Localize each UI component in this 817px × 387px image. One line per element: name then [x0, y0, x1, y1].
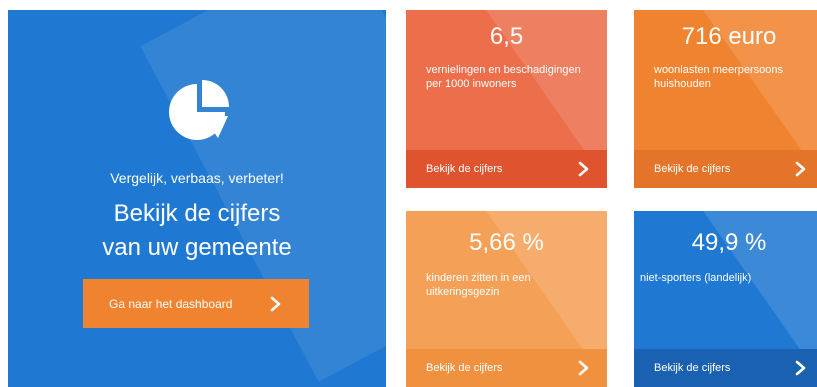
stat-value: 6,5 [489, 23, 524, 50]
chevron-right-icon [578, 360, 589, 376]
chevron-right-icon [270, 296, 281, 311]
hero-panel: Vergelijk, verbaas, verbeter! Bekijk de … [8, 10, 386, 387]
hero-title: Bekijk de cijfers van uw gemeente [8, 197, 386, 265]
stat-tile-uitkeringsgezin: 5,66 % kinderen zitten in een uitkerings… [406, 211, 607, 387]
stat-tile-niet-sporters: 49,9 % niet-sporters (landelijk) Bekijk … [634, 211, 817, 387]
view-figures-label: Bekijk de cijfers [426, 362, 503, 374]
dashboard-button[interactable]: Ga naar het dashboard [83, 279, 309, 328]
stat-description: vernielingen en beschadigingen per 1000 … [426, 64, 581, 90]
stat-description: kinderen zitten in een uitkeringsgezin [426, 272, 531, 298]
chevron-right-icon [578, 161, 589, 177]
stat-tile-vernielingen: 6,5 vernielingen en beschadigingen per 1… [406, 10, 607, 188]
hero-title-line1: Bekijk de cijfers [113, 200, 281, 227]
chevron-right-icon [795, 161, 806, 177]
view-figures-label: Bekijk de cijfers [654, 163, 731, 175]
stat-tile-woonlasten: 716 euro woonlasten meerpersoons huishou… [634, 10, 817, 188]
chevron-right-icon [795, 360, 806, 376]
stat-value: 49,9 % [691, 229, 767, 256]
stat-value: 5,66 % [469, 229, 544, 256]
dashboard-button-label: Ga naar het dashboard [109, 296, 233, 311]
hero-title-line2: van uw gemeente [102, 234, 292, 261]
page: Vergelijk, verbaas, verbeter! Bekijk de … [0, 0, 817, 387]
stat-description: niet-sporters (landelijk) [640, 272, 752, 284]
view-figures-label: Bekijk de cijfers [654, 362, 731, 374]
stat-description: woonlasten meerpersoons huishouden [654, 64, 784, 90]
view-figures-link[interactable]: Bekijk de cijfers [406, 150, 607, 188]
hero-tagline: Vergelijk, verbaas, verbeter! [110, 170, 284, 186]
view-figures-link[interactable]: Bekijk de cijfers [634, 150, 817, 188]
stat-value: 716 euro [681, 23, 777, 50]
pie-chart-icon [169, 80, 229, 140]
view-figures-link[interactable]: Bekijk de cijfers [634, 349, 817, 387]
view-figures-label: Bekijk de cijfers [426, 163, 503, 175]
view-figures-link[interactable]: Bekijk de cijfers [406, 349, 607, 387]
